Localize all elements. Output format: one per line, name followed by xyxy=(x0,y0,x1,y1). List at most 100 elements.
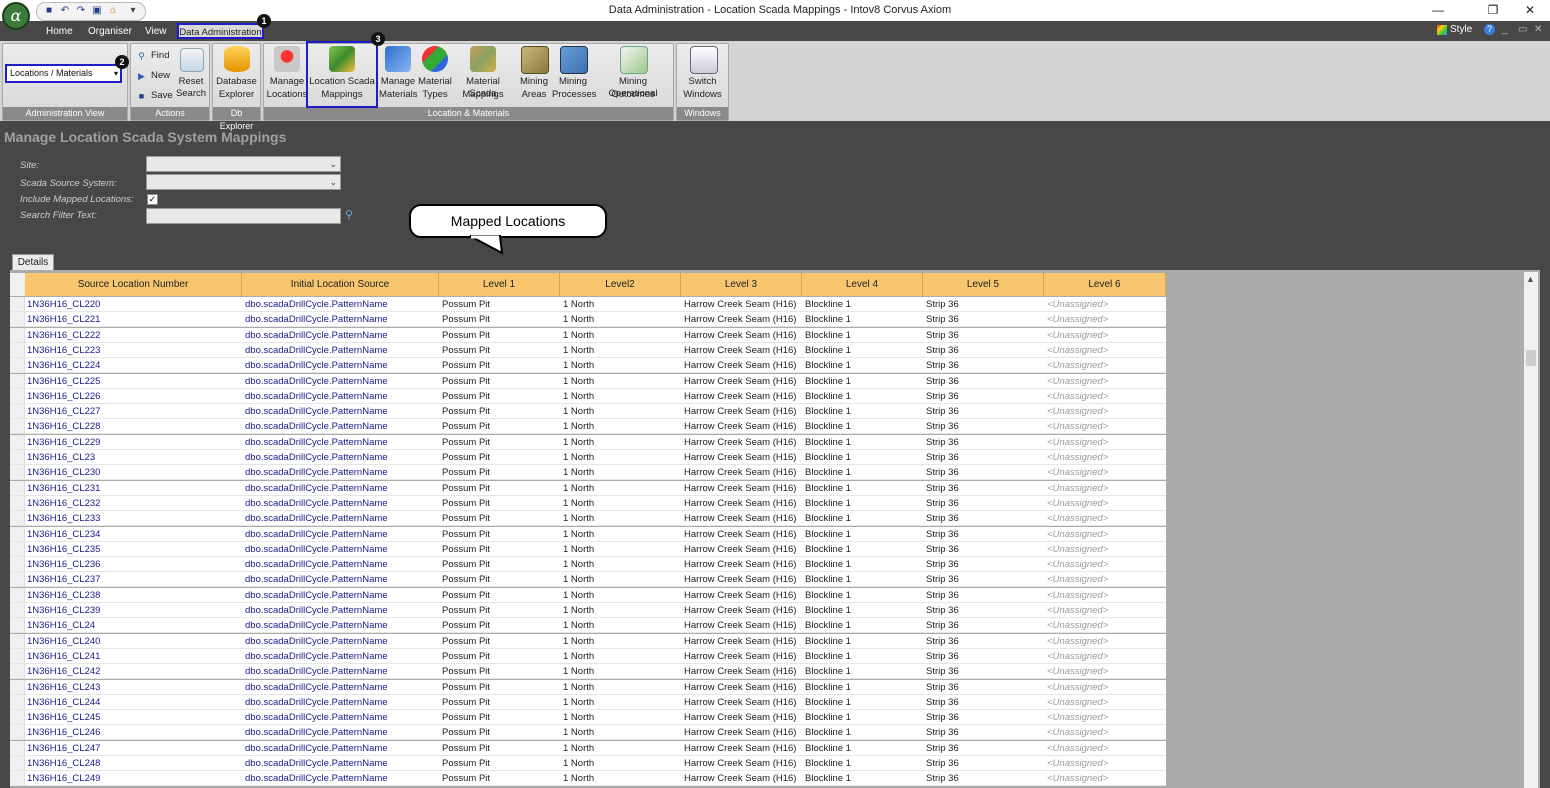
row-selector[interactable] xyxy=(10,511,25,526)
row-selector[interactable] xyxy=(10,572,25,587)
close-icon[interactable]: ✕ xyxy=(1520,2,1540,18)
scada-source-select[interactable]: ⌄ xyxy=(146,174,341,190)
table-row[interactable]: 1N36H16_CL244 dbo.scadaDrillCycle.Pattern… xyxy=(10,694,1166,710)
table-row[interactable]: 1N36H16_CL223 dbo.scadaDrillCycle.Pattern… xyxy=(10,342,1166,358)
column-header[interactable]: Initial Location Source xyxy=(242,273,439,296)
table-row[interactable]: 1N36H16_CL229 dbo.scadaDrillCycle.Pattern… xyxy=(10,434,1166,450)
tab-view[interactable]: View xyxy=(145,25,167,41)
row-selector[interactable] xyxy=(10,342,25,357)
table-row[interactable]: 1N36H16_CL249 dbo.scadaDrillCycle.Pattern… xyxy=(10,771,1166,787)
row-selector[interactable] xyxy=(10,756,25,770)
table-row[interactable]: 1N36H16_CL225 dbo.scadaDrillCycle.Pattern… xyxy=(10,373,1166,389)
table-row[interactable]: 1N36H16_CL238 dbo.scadaDrillCycle.Pattern… xyxy=(10,587,1166,603)
mdi-minimize-icon[interactable]: _ xyxy=(1502,24,1508,35)
table-row[interactable]: 1N36H16_CL243 dbo.scadaDrillCycle.Pattern… xyxy=(10,679,1166,695)
switch-windows-button[interactable]: Switch Windows xyxy=(678,46,727,104)
table-row[interactable]: 1N36H16_CL222 dbo.scadaDrillCycle.Pattern… xyxy=(10,327,1166,343)
table-row[interactable]: 1N36H16_CL232 dbo.scadaDrillCycle.Pattern… xyxy=(10,495,1166,511)
table-row[interactable]: 1N36H16_CL235 dbo.scadaDrillCycle.Pattern… xyxy=(10,541,1166,557)
tab-organiser[interactable]: Organiser xyxy=(88,25,132,41)
minimize-icon[interactable]: — xyxy=(1428,2,1448,18)
tab-details[interactable]: Details xyxy=(12,254,54,271)
tab-data-administration[interactable]: Data Administration xyxy=(177,23,264,39)
column-header[interactable]: Level 1 xyxy=(439,273,560,296)
table-row[interactable]: 1N36H16_CL23 dbo.scadaDrillCycle.PatternN… xyxy=(10,450,1166,465)
table-row[interactable]: 1N36H16_CL241 dbo.scadaDrillCycle.Pattern… xyxy=(10,648,1166,664)
help-icon[interactable]: ? xyxy=(1484,24,1495,35)
search-filter-input[interactable] xyxy=(146,208,341,224)
row-selector[interactable] xyxy=(10,526,25,541)
row-selector[interactable] xyxy=(10,694,25,709)
manage-locations-button[interactable]: Manage Locations xyxy=(266,46,308,104)
row-selector[interactable] xyxy=(10,404,25,419)
find-button[interactable]: ⚲ Find xyxy=(136,50,176,63)
table-row[interactable]: 1N36H16_CL242 dbo.scadaDrillCycle.Pattern… xyxy=(10,664,1166,680)
mining-areas-button[interactable]: Mining Areas xyxy=(516,46,552,104)
column-header[interactable]: Level 4 xyxy=(802,273,923,296)
table-row[interactable]: 1N36H16_CL234 dbo.scadaDrillCycle.Pattern… xyxy=(10,526,1166,542)
scrollbar-thumb[interactable] xyxy=(1526,350,1536,366)
row-selector[interactable] xyxy=(10,648,25,663)
row-selector[interactable] xyxy=(10,633,25,648)
scroll-up-icon[interactable]: ▲ xyxy=(1526,274,1535,284)
undo-icon[interactable]: ↶ xyxy=(59,5,71,17)
row-selector[interactable] xyxy=(10,373,25,388)
material-types-button[interactable]: Material Types xyxy=(417,46,453,104)
material-scada-mappings-button[interactable]: Material Scada Mappings xyxy=(453,46,513,104)
row-selector[interactable] xyxy=(10,388,25,403)
mining-operational-outcomes-button[interactable]: Mining Operational Outcomes xyxy=(596,46,670,104)
table-row[interactable]: 1N36H16_CL237 dbo.scadaDrillCycle.Pattern… xyxy=(10,572,1166,588)
redo-icon[interactable]: ↷ xyxy=(75,5,87,17)
table-row[interactable]: 1N36H16_CL248 dbo.scadaDrillCycle.Pattern… xyxy=(10,756,1166,771)
tab-home[interactable]: Home xyxy=(46,25,73,41)
table-row[interactable]: 1N36H16_CL220 dbo.scadaDrillCycle.Pattern… xyxy=(10,297,1166,312)
search-icon[interactable]: ⚲ xyxy=(345,208,357,222)
row-selector[interactable] xyxy=(10,465,25,480)
column-header[interactable]: Level 3 xyxy=(681,273,802,296)
table-row[interactable]: 1N36H16_CL228 dbo.scadaDrillCycle.Pattern… xyxy=(10,419,1166,435)
row-selector[interactable] xyxy=(10,495,25,510)
administration-view-select[interactable]: Locations / Materials ▾ xyxy=(5,64,122,83)
table-row[interactable]: 1N36H16_CL231 dbo.scadaDrillCycle.Pattern… xyxy=(10,480,1166,496)
row-selector[interactable] xyxy=(10,358,25,373)
save-icon[interactable]: ■ xyxy=(43,5,55,17)
table-row[interactable]: 1N36H16_CL224 dbo.scadaDrillCycle.Pattern… xyxy=(10,358,1166,374)
row-selector[interactable] xyxy=(10,618,25,633)
table-row[interactable]: 1N36H16_CL221 dbo.scadaDrillCycle.Pattern… xyxy=(10,312,1166,328)
print-icon[interactable]: ▣ xyxy=(91,5,103,17)
mining-processes-button[interactable]: Mining Processes xyxy=(552,46,596,104)
row-selector[interactable] xyxy=(10,541,25,556)
row-selector[interactable] xyxy=(10,771,25,786)
row-selector[interactable] xyxy=(10,725,25,740)
mdi-close-icon[interactable]: ✕ xyxy=(1534,24,1542,35)
manage-materials-button[interactable]: Manage Materials xyxy=(379,46,418,104)
table-row[interactable]: 1N36H16_CL233 dbo.scadaDrillCycle.Pattern… xyxy=(10,511,1166,527)
row-selector[interactable] xyxy=(10,327,25,342)
table-row[interactable]: 1N36H16_CL240 dbo.scadaDrillCycle.Pattern… xyxy=(10,633,1166,649)
column-header[interactable]: Level 5 xyxy=(923,273,1044,296)
row-selector[interactable] xyxy=(10,664,25,679)
row-selector[interactable] xyxy=(10,679,25,694)
table-row[interactable]: 1N36H16_CL230 dbo.scadaDrillCycle.Pattern… xyxy=(10,465,1166,481)
table-row[interactable]: 1N36H16_CL24 dbo.scadaDrillCycle.PatternN… xyxy=(10,618,1166,634)
reset-search-button[interactable]: Reset Search xyxy=(175,48,207,103)
column-header[interactable]: Level 6 xyxy=(1044,273,1166,296)
site-select[interactable]: ⌄ xyxy=(146,156,341,172)
row-selector[interactable] xyxy=(10,434,25,449)
app-logo-icon[interactable]: α xyxy=(2,2,30,30)
mdi-restore-icon[interactable]: ▭ xyxy=(1518,24,1527,35)
new-button[interactable]: ▶ New xyxy=(136,70,176,83)
column-header[interactable]: Level2 xyxy=(560,273,681,296)
database-explorer-button[interactable]: Database Explorer xyxy=(214,46,259,104)
column-header[interactable]: Source Location Number xyxy=(25,273,242,296)
restore-icon[interactable]: ❐ xyxy=(1483,2,1503,18)
customize-qat-icon[interactable]: ▾ xyxy=(127,5,139,17)
include-mapped-checkbox[interactable]: ✓ xyxy=(147,194,158,205)
row-selector[interactable] xyxy=(10,557,25,572)
row-selector[interactable] xyxy=(10,710,25,725)
home-icon[interactable]: ⌂ xyxy=(107,5,119,17)
table-row[interactable]: 1N36H16_CL236 dbo.scadaDrillCycle.Pattern… xyxy=(10,557,1166,573)
table-row[interactable]: 1N36H16_CL245 dbo.scadaDrillCycle.Pattern… xyxy=(10,710,1166,726)
row-selector[interactable] xyxy=(10,312,25,327)
row-selector[interactable] xyxy=(10,603,25,617)
